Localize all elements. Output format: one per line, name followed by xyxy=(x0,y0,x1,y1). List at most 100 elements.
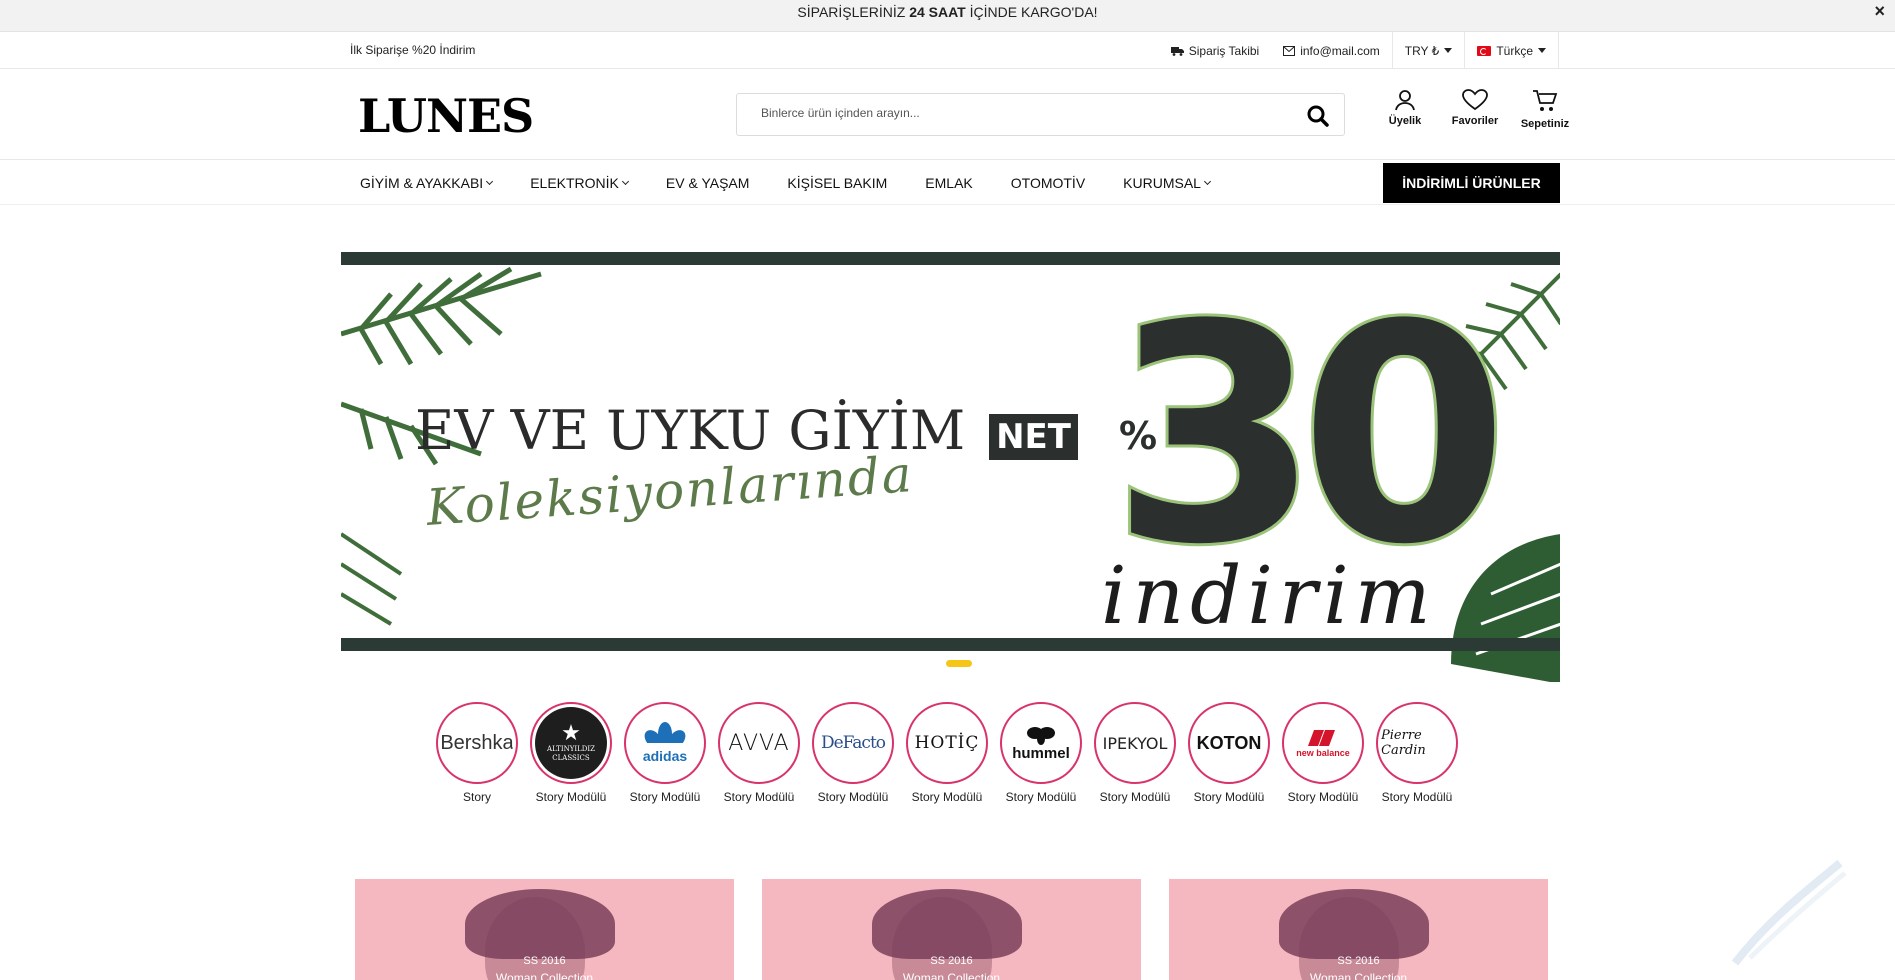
tile-season: SS 2016 xyxy=(930,955,973,967)
story-item[interactable]: IPEKYOL Story Modülü xyxy=(1094,702,1176,804)
nav-item-automotive[interactable]: OTOMOTİV xyxy=(1011,175,1085,191)
user-icon xyxy=(1395,90,1415,111)
brand-logo-avva: AVVA xyxy=(723,707,795,779)
announcement-text-end: İÇİNDE KARGO'DA! xyxy=(965,4,1098,20)
search-input[interactable] xyxy=(761,106,1281,120)
heart-icon xyxy=(1462,89,1488,111)
promo-text: İlk Siparişe %20 İndirim xyxy=(350,43,476,57)
bee-icon xyxy=(1027,726,1055,745)
cart-button[interactable]: Sepetiniz xyxy=(1510,89,1580,130)
collection-tiles: SS 2016 Woman Collection SS 2016 Woman C… xyxy=(355,879,1548,980)
brand-logo-hummel: hummel xyxy=(1005,707,1077,779)
story-item[interactable]: ★ ALTINYILDIZ CLASSICS Story Modülü xyxy=(530,702,612,804)
star-icon: ★ xyxy=(561,721,581,746)
site-logo[interactable]: LUNES xyxy=(358,91,534,141)
announcement-text-start: SİPARİŞLERİNİZ xyxy=(797,4,910,20)
tile-season: SS 2016 xyxy=(523,955,566,967)
nb-mark-icon xyxy=(1308,730,1335,746)
story-item[interactable]: Bershka Story xyxy=(436,702,518,804)
favorites-button[interactable]: Favoriler xyxy=(1440,89,1510,130)
language-label: Türkçe xyxy=(1496,43,1533,58)
tile-season: SS 2016 xyxy=(1337,955,1380,967)
story-ring: adidas xyxy=(624,702,706,784)
story-label: Story Modülü xyxy=(1287,790,1359,804)
story-label: Story Modülü xyxy=(1099,790,1171,804)
collection-tile[interactable]: SS 2016 Woman Collection xyxy=(1169,879,1548,980)
membership-button[interactable]: Üyelik xyxy=(1370,89,1440,130)
nav-item-label: EMLAK xyxy=(925,174,973,191)
nav-item-label: GİYİM & AYAKKABI xyxy=(360,174,484,191)
announcement-text-bold: 24 SAAT xyxy=(909,4,966,20)
currency-label: TRY ₺ xyxy=(1404,43,1440,58)
story-label: Story Modülü xyxy=(1005,790,1077,804)
collection-tile[interactable]: SS 2016 Woman Collection xyxy=(762,879,1141,980)
chevron-down-icon xyxy=(486,177,494,185)
story-label: Story Modülü xyxy=(1381,790,1453,804)
brand-logo-adidas: adidas xyxy=(629,707,701,779)
announcement-bar: SİPARİŞLERİNİZ 24 SAAT İÇİNDE KARGO'DA! … xyxy=(0,0,1895,32)
currency-select[interactable]: TRY ₺ xyxy=(1391,32,1465,69)
order-tracking-link[interactable]: Sipariş Takibi xyxy=(1159,32,1271,69)
adidas-trefoil-icon xyxy=(643,722,687,748)
email-link[interactable]: info@mail.com xyxy=(1271,32,1392,69)
story-ring: KOTON xyxy=(1188,702,1270,784)
brand-logo-text: new balance xyxy=(1296,748,1350,758)
story-item[interactable]: KOTON Story Modülü xyxy=(1188,702,1270,804)
envelope-icon xyxy=(1283,45,1296,56)
story-item[interactable]: Pierre Cardin Story Modülü xyxy=(1376,702,1458,804)
brand-logo-text: hummel xyxy=(1012,744,1070,762)
story-item[interactable]: hummel Story Modülü xyxy=(1000,702,1082,804)
story-label: Story Modülü xyxy=(723,790,795,804)
close-icon[interactable]: × xyxy=(1874,0,1885,22)
nav-item-clothing[interactable]: GİYİM & AYAKKABI xyxy=(360,174,494,191)
cart-label: Sepetiniz xyxy=(1520,118,1570,130)
brand-logo-new-balance: new balance xyxy=(1287,707,1359,779)
story-label: Story xyxy=(462,790,491,804)
nav-item-electronics[interactable]: ELEKTRONİK xyxy=(530,174,629,191)
top-info-bar: İlk Siparişe %20 İndirim Sipariş Takibi … xyxy=(0,32,1895,69)
chevron-down-icon xyxy=(1203,177,1212,185)
tile-collection: Woman Collection xyxy=(495,971,594,980)
nav-item-real-estate[interactable]: EMLAK xyxy=(925,175,972,191)
story-ring: DeFacto xyxy=(812,702,894,784)
model-hair xyxy=(1279,889,1429,959)
brand-logo-pierre-cardin: Pierre Cardin xyxy=(1381,707,1453,779)
story-item[interactable]: HOTİÇ Story Modülü xyxy=(906,702,988,804)
story-item[interactable]: AVVA Story Modülü xyxy=(718,702,800,804)
decorative-brush-stroke xyxy=(1731,859,1847,966)
discounted-products-button[interactable]: İNDİRİMLİ ÜRÜNLER xyxy=(1383,163,1560,203)
order-tracking-label: Sipariş Takibi xyxy=(1188,43,1260,58)
brand-logo-text: ALTINYILDIZ CLASSICS xyxy=(547,745,595,762)
nav-item-home-living[interactable]: EV & YAŞAM xyxy=(666,175,750,191)
language-select[interactable]: Türkçe xyxy=(1464,32,1559,69)
story-ring: ★ ALTINYILDIZ CLASSICS xyxy=(530,702,612,784)
story-item[interactable]: adidas Story Modülü xyxy=(624,702,706,804)
brand-logo-ipekyol: IPEKYOL xyxy=(1099,707,1171,779)
nav-item-label: ELEKTRONİK xyxy=(530,174,619,191)
story-label: Story Modülü xyxy=(1193,790,1265,804)
model-hair xyxy=(872,889,1022,959)
story-item[interactable]: new balance Story Modülü xyxy=(1282,702,1364,804)
brand-logo-koton: KOTON xyxy=(1193,707,1265,779)
top-links: Sipariş Takibi info@mail.com TRY ₺ Türkç… xyxy=(1159,32,1559,69)
story-item[interactable]: DeFacto Story Modülü xyxy=(812,702,894,804)
search-icon xyxy=(1307,105,1329,127)
slider-dot-active[interactable] xyxy=(946,660,972,667)
story-label: Story Modülü xyxy=(911,790,983,804)
nav-item-personal-care[interactable]: KİŞİSEL BAKIM xyxy=(787,175,887,191)
caret-down-icon xyxy=(1538,48,1546,53)
story-ring: Pierre Cardin xyxy=(1376,702,1458,784)
story-ring: HOTİÇ xyxy=(906,702,988,784)
truck-icon xyxy=(1170,46,1184,56)
search-button[interactable] xyxy=(1306,104,1330,128)
story-label: Story Modülü xyxy=(817,790,889,804)
collection-tile[interactable]: SS 2016 Woman Collection xyxy=(355,879,734,980)
story-ring: AVVA xyxy=(718,702,800,784)
nav-item-label: KURUMSAL xyxy=(1123,174,1201,191)
site-header: LUNES Üyelik Favoriler Sepetiniz xyxy=(0,69,1895,160)
hero-banner[interactable]: EV VE UYKU GİYİM Koleksiyonlarında NET %… xyxy=(341,214,1560,682)
tile-collection: Woman Collection xyxy=(902,971,1001,980)
brand-logo-hotic: HOTİÇ xyxy=(911,707,983,779)
nav-item-corporate[interactable]: KURUMSAL xyxy=(1123,174,1212,191)
tile-collection: Woman Collection xyxy=(1309,971,1408,980)
